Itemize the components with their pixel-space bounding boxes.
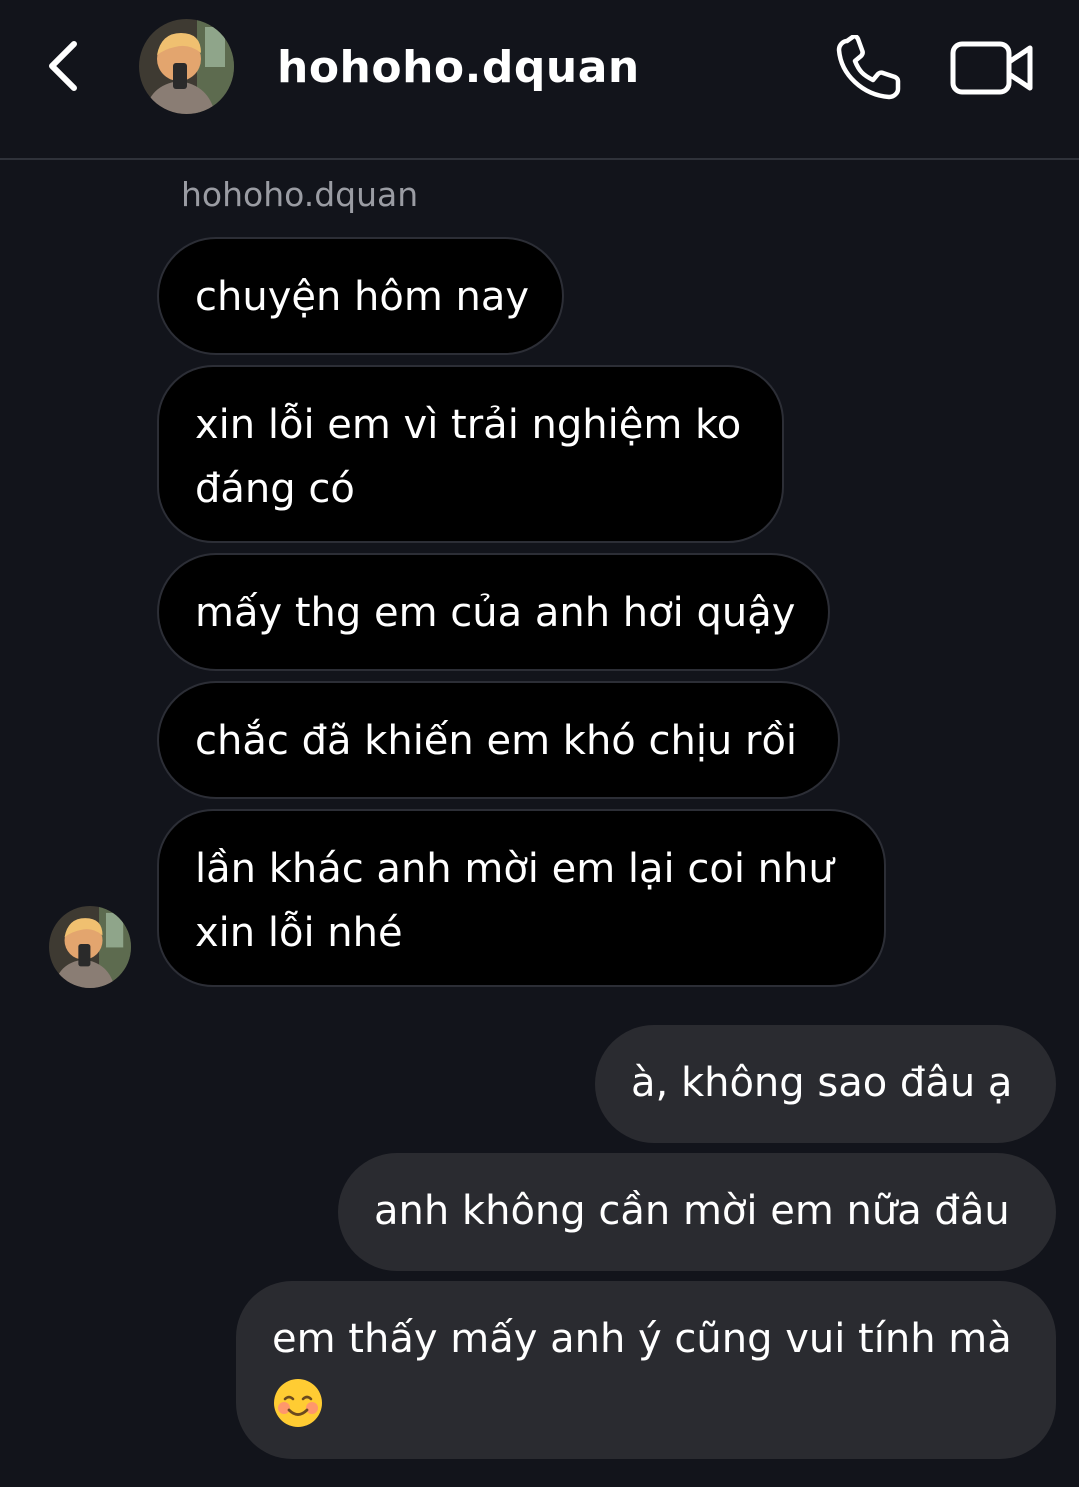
audio-call-button[interactable] xyxy=(830,30,910,106)
message-text: anh không cần mời em nữa đâu xyxy=(374,1188,1010,1234)
avatar-photo xyxy=(139,19,234,114)
message-text: xin lỗi nhé xyxy=(195,910,403,956)
avatar-photo xyxy=(49,906,131,988)
incoming-message[interactable]: mấy thg em của anh hơi quậy xyxy=(157,553,830,671)
smiling-face-emoji xyxy=(274,1379,322,1427)
chat-screen: hohoho.dquan hohoho.dquan chuyện hôm nay… xyxy=(0,0,1079,1487)
chat-header: hohoho.dquan xyxy=(0,0,1079,160)
sender-name: hohoho.dquan xyxy=(181,175,419,214)
incoming-message[interactable]: chuyện hôm nay xyxy=(157,237,564,355)
message-text: đáng có xyxy=(195,466,355,512)
sender-avatar[interactable] xyxy=(49,906,131,988)
message-text: em thấy mấy anh ý cũng vui tính mà xyxy=(272,1316,1012,1362)
emoji-line xyxy=(272,1371,1020,1435)
chevron-left-icon xyxy=(49,41,77,91)
phone-icon xyxy=(836,35,901,100)
message-text: mấy thg em của anh hơi quậy xyxy=(195,590,796,636)
video-camera-icon xyxy=(950,41,1033,95)
contact-avatar[interactable] xyxy=(139,19,234,114)
message-text: xin lỗi em vì trải nghiệm ko xyxy=(195,402,742,448)
incoming-message[interactable]: chắc đã khiến em khó chịu rồi xyxy=(157,681,840,799)
incoming-message[interactable]: xin lỗi em vì trải nghiệm ko đáng có xyxy=(157,365,784,543)
message-text: chuyện hôm nay xyxy=(195,274,530,320)
back-button[interactable] xyxy=(34,34,94,98)
incoming-message[interactable]: lần khác anh mời em lại coi như xin lỗi … xyxy=(157,809,886,987)
chat-title[interactable]: hohoho.dquan xyxy=(277,38,640,98)
message-text: lần khác anh mời em lại coi như xyxy=(195,846,834,892)
video-call-button[interactable] xyxy=(946,30,1038,106)
message-text: chắc đã khiến em khó chịu rồi xyxy=(195,718,798,764)
message-text: à, không sao đâu ạ xyxy=(631,1060,1013,1106)
outgoing-message[interactable]: anh không cần mời em nữa đâu xyxy=(338,1153,1056,1271)
outgoing-message[interactable]: em thấy mấy anh ý cũng vui tính mà xyxy=(236,1281,1056,1459)
outgoing-message[interactable]: à, không sao đâu ạ xyxy=(595,1025,1056,1143)
